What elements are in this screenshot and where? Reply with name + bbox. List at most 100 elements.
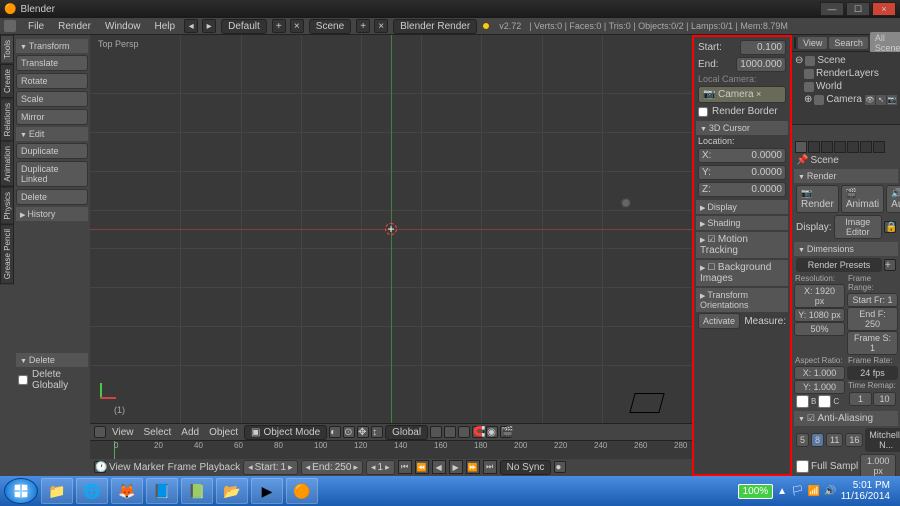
proportional-icon[interactable]: ◉ — [486, 426, 498, 438]
render-presets-dropdown[interactable]: Render Presets — [796, 258, 882, 272]
outliner-item-world[interactable]: World — [794, 80, 898, 93]
tray-up-icon[interactable]: ▲ — [777, 486, 787, 497]
mirror-button[interactable]: Mirror — [16, 109, 88, 125]
disclosure-icon[interactable]: ⊖ — [795, 55, 803, 66]
fps-dropdown[interactable]: 24 fps — [847, 366, 898, 380]
lamp-object-icon[interactable] — [620, 195, 632, 207]
back-icon[interactable]: ◂ — [184, 19, 198, 33]
menu-file[interactable]: File — [22, 21, 50, 32]
play-reverse-button[interactable]: ◀ — [432, 460, 446, 474]
editor-type-icon[interactable]: 🕐 — [94, 461, 106, 473]
orientation-dropdown[interactable]: Global — [385, 425, 428, 440]
tab-physics[interactable]: Physics — [0, 187, 14, 225]
step-back-button[interactable]: ⏪ — [415, 460, 429, 474]
frame-step-field[interactable]: Frame S: 1 — [847, 331, 898, 355]
pin-icon[interactable]: 📌 — [796, 155, 808, 166]
axis-icon[interactable]: ↕ — [371, 426, 383, 438]
render-engine-dropdown[interactable]: Blender Render — [393, 19, 477, 34]
outliner-item-camera[interactable]: ⊕Camera👁↖📷 — [794, 93, 898, 106]
autokey-icon[interactable]: ● — [554, 461, 566, 473]
sync-dropdown[interactable]: No Sync — [500, 460, 552, 475]
step-fwd-button[interactable]: ⏩ — [466, 460, 480, 474]
tl-menu-view[interactable]: View — [109, 462, 131, 473]
close-button[interactable]: × — [872, 2, 896, 16]
ie-icon[interactable]: 🌐 — [76, 478, 108, 504]
edit-panel-header[interactable]: Edit — [16, 127, 88, 141]
duplicate-linked-button[interactable]: Duplicate Linked — [16, 161, 88, 187]
display-panel-header[interactable]: Display — [696, 200, 788, 214]
audio-button[interactable]: 🔊Audio — [886, 185, 900, 213]
motion-tracking-panel-header[interactable]: ☑ Motion Tracking — [696, 232, 788, 258]
res-x-field[interactable]: X: 1920 px — [794, 284, 845, 308]
remove-scene-icon[interactable]: × — [374, 19, 388, 33]
snap-icon[interactable]: 🧲 — [472, 426, 484, 438]
tab-grease-pencil[interactable]: Grease Pencil — [0, 224, 14, 284]
clip-start-field[interactable]: 0.100 — [740, 40, 786, 55]
add-layout-icon[interactable]: + — [272, 19, 286, 33]
aa-8-button[interactable]: 8 — [811, 433, 824, 447]
3d-viewport[interactable]: Top Persp (1) — [90, 35, 692, 423]
vp-menu-object[interactable]: Object — [205, 427, 242, 438]
layer-1[interactable] — [430, 426, 442, 438]
tl-menu-playback[interactable]: Playback — [200, 462, 241, 473]
manipulator-icon[interactable]: ✥ — [357, 426, 369, 438]
menu-render[interactable]: Render — [52, 21, 97, 32]
word-icon[interactable]: 📘 — [146, 478, 178, 504]
outliner-item-renderlayers[interactable]: RenderLayers — [794, 67, 898, 80]
clock[interactable]: 5:01 PM 11/16/2014 — [841, 480, 890, 502]
rotate-button[interactable]: Rotate — [16, 73, 88, 89]
timeremap-old-field[interactable]: 1 — [849, 392, 872, 406]
layer-2[interactable] — [444, 426, 456, 438]
excel-icon[interactable]: 📗 — [181, 478, 213, 504]
visibility-toggle[interactable]: 👁 — [865, 95, 875, 105]
folder-icon[interactable]: 📂 — [216, 478, 248, 504]
display-dropdown[interactable]: Image Editor — [834, 215, 882, 239]
full-sample-checkbox[interactable] — [796, 460, 809, 473]
outliner-item-scene[interactable]: ⊖Scene — [794, 54, 898, 67]
outliner-view-menu[interactable]: View — [798, 37, 827, 49]
renderlayers-tab[interactable] — [808, 141, 820, 153]
scene-tab[interactable] — [821, 141, 833, 153]
breadcrumb-scene[interactable]: Scene — [810, 155, 838, 166]
start-frame-field[interactable]: Start Fr: 1 — [847, 293, 898, 307]
scale-button[interactable]: Scale — [16, 91, 88, 107]
selectable-toggle[interactable]: ↖ — [876, 95, 886, 105]
cursor-z-field[interactable]: 0.0000 — [698, 182, 786, 197]
outliner-filter-dropdown[interactable]: All Scenes — [870, 32, 900, 54]
transform-panel-header[interactable]: Transform — [16, 39, 88, 53]
battery-indicator[interactable]: 100% — [738, 484, 774, 499]
vp-menu-view[interactable]: View — [108, 427, 138, 438]
aa-16-button[interactable]: 16 — [845, 433, 863, 447]
aspect-x-field[interactable]: X: 1.000 — [794, 366, 845, 380]
transform-orient-header[interactable]: Transform Orientations — [696, 288, 788, 312]
menu-help[interactable]: Help — [149, 21, 182, 32]
render-tab[interactable] — [795, 141, 807, 153]
res-y-field[interactable]: Y: 1080 px — [794, 308, 845, 322]
activate-button[interactable]: Activate — [698, 313, 740, 329]
tl-menu-frame[interactable]: Frame — [168, 462, 197, 473]
maximize-button[interactable]: ☐ — [846, 2, 870, 16]
data-tab[interactable] — [873, 141, 885, 153]
delete-globally-checkbox[interactable] — [18, 375, 28, 385]
renderable-toggle[interactable]: 📷 — [887, 95, 897, 105]
blender-taskbar-icon[interactable]: 🟠 — [286, 478, 318, 504]
media-player-icon[interactable]: ▶ — [251, 478, 283, 504]
cursor-panel-header[interactable]: 3D Cursor — [696, 121, 788, 135]
forward-icon[interactable]: ▸ — [202, 19, 216, 33]
aspect-y-field[interactable]: Y: 1.000 — [794, 380, 845, 394]
clip-end-field[interactable]: 1000.000 — [736, 57, 786, 72]
duplicate-button[interactable]: Duplicate — [16, 143, 88, 159]
render-button[interactable]: 📷Render — [796, 185, 839, 213]
current-frame-field[interactable]: ◂1▸ — [366, 460, 395, 475]
object-tab[interactable] — [847, 141, 859, 153]
res-pct-field[interactable]: 50% — [794, 322, 845, 336]
aa-filter-dropdown[interactable]: Mitchell-N... — [865, 428, 900, 452]
editor-type-icon[interactable] — [4, 20, 16, 32]
bg-images-panel-header[interactable]: ☐ Background Images — [696, 260, 788, 286]
aa-11-button[interactable]: 11 — [826, 433, 843, 447]
volume-icon[interactable]: 🔊 — [824, 486, 836, 497]
timeline-ruler[interactable]: 0 20 40 60 80 100 120 140 160 180 200 22… — [90, 441, 692, 459]
start-frame-field[interactable]: ◂Start: 1▸ — [243, 460, 298, 475]
shading-icon[interactable]: ◐ — [329, 426, 341, 438]
end-frame-field[interactable]: ◂End: 250▸ — [301, 460, 363, 475]
